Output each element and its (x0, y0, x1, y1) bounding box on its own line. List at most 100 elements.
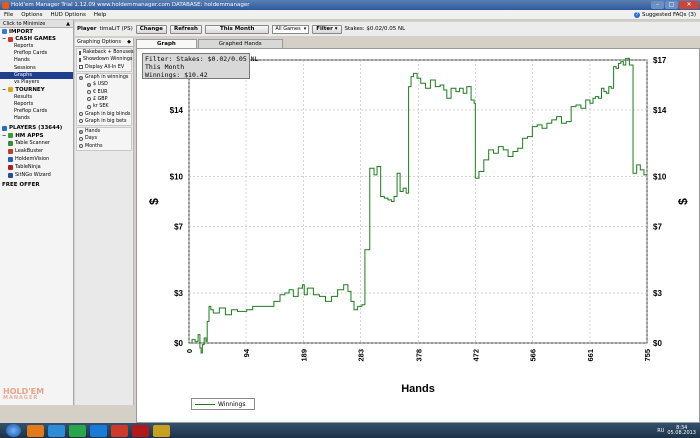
sidebar-app-table-scanner[interactable]: Table Scanner (0, 139, 73, 147)
y-axis-label-right: $ (676, 198, 690, 205)
trophy-icon (8, 87, 14, 93)
window-title: Hold'em Manager Trial 1.12.09 www.holdem… (11, 2, 250, 8)
radio-dot[interactable] (79, 129, 83, 134)
maximize-button[interactable]: □ (665, 1, 678, 9)
pokerstars-icon[interactable] (132, 424, 149, 437)
plot-frame (188, 59, 648, 344)
showdown-checkbox[interactable]: Showdown Winnings (77, 56, 133, 63)
sidebar-item-vs-players[interactable]: vs Players (0, 79, 73, 86)
currency-usd-radio[interactable]: $ USD (77, 81, 131, 88)
media-icon[interactable] (48, 424, 65, 437)
sidebar-free-offer[interactable]: FREE OFFER (0, 181, 73, 189)
y-tick-label-right: $3 (653, 289, 662, 298)
suggested-faqs-link[interactable]: ? Suggested FAQs (3) (633, 11, 696, 18)
checkbox-box[interactable] (79, 57, 81, 62)
minimize-button[interactable]: – (651, 1, 664, 9)
player-bar: Player timaLiT (PS) Change Refresh This … (75, 22, 700, 36)
sidebar-item-tourney-preflop[interactable]: Preflop Cards (0, 108, 73, 115)
sidebar-tourney[interactable]: − TOURNEY (0, 86, 73, 94)
menu-file[interactable]: File (0, 12, 17, 18)
opera-icon[interactable] (111, 424, 128, 437)
currency-gbp-radio[interactable]: £ GBP (77, 96, 131, 103)
radio-dot[interactable] (79, 119, 83, 124)
y-tick-label-right: $0 (653, 339, 662, 348)
sidebar-item-results[interactable]: Results (0, 94, 73, 101)
sidebar-app-leakbuster[interactable]: LeakBuster (0, 147, 73, 155)
radio-dot[interactable] (79, 144, 83, 149)
sidebar-hm-apps-label: HM APPS (15, 132, 44, 139)
sidebar-import[interactable]: IMPORT (0, 28, 73, 36)
checkbox-box[interactable] (79, 65, 83, 70)
currency-eur-radio[interactable]: € EUR (77, 88, 131, 95)
xaxis-months-radio[interactable]: Months (77, 143, 131, 150)
holdem-manager-task-icon[interactable] (153, 424, 170, 437)
xaxis-days-radio[interactable]: Days (77, 135, 131, 142)
sidebar-cash-games[interactable]: − CASH GAMES (0, 36, 73, 44)
radio-label: kr SEK (93, 104, 109, 110)
start-button[interactable] (6, 424, 21, 437)
radio-dot[interactable] (79, 112, 83, 117)
radio-dot[interactable] (87, 90, 91, 95)
sidebar-minimize[interactable]: Click to Minimize ▲ (0, 20, 73, 28)
title-bar: Hold'em Manager Trial 1.12.09 www.holdem… (0, 0, 700, 10)
graph-big-bets-radio[interactable]: Graph in big bets (77, 118, 131, 125)
allin-ev-checkbox[interactable]: Display All-In EV (77, 64, 131, 71)
rakeback-checkbox[interactable]: Rakeback + Bonuses (77, 49, 133, 56)
change-button[interactable]: Change (135, 24, 167, 34)
xaxis-hands-radio[interactable]: Hands (77, 128, 131, 135)
tab-graph[interactable]: Graph (136, 39, 197, 48)
sidebar-item-tourney-hands[interactable]: Hands (0, 115, 73, 122)
refresh-button[interactable]: Refresh (169, 24, 202, 34)
menu-options[interactable]: Options (17, 12, 46, 18)
menu-help[interactable]: Help (90, 12, 111, 18)
chart-area: $0$0$3$3$7$7$10$10$14$14$17$170941892833… (136, 48, 700, 423)
checkbox-label: Showdown Winnings (83, 57, 133, 63)
radio-dot[interactable] (79, 136, 83, 141)
options-units-group: Graph in winnings $ USD € EUR £ GBP kr S… (76, 72, 132, 126)
radio-dot[interactable] (87, 104, 91, 109)
collapse-icon: − (2, 36, 7, 43)
sidebar-app-tableninja[interactable]: TableNinja (0, 163, 73, 171)
radio-dot[interactable] (87, 97, 91, 102)
sidebar-hm-apps[interactable]: − HM APPS (0, 132, 73, 140)
games-select[interactable]: All Games ▾ (272, 24, 310, 34)
sidebar-item-tourney-reports[interactable]: Reports (0, 101, 73, 108)
sitngo-wizard-icon (8, 172, 13, 178)
filter-period-line: This Month (145, 63, 185, 71)
chat-icon[interactable] (69, 424, 86, 437)
radio-label: Hands (85, 129, 101, 135)
import-icon (2, 29, 7, 35)
x-axis-label: Hands (401, 383, 435, 395)
checkbox-box[interactable] (79, 50, 81, 55)
sidebar-app-sitngo-wizard[interactable]: SitNGo Wizard (0, 171, 73, 179)
graph-big-blinds-radio[interactable]: Graph in big blinds (77, 110, 131, 117)
this-month-button[interactable]: This Month (204, 24, 270, 34)
skype-icon[interactable] (90, 424, 107, 437)
sidebar-item-graphs[interactable]: Graphs (0, 71, 73, 79)
pin-icon[interactable]: ◆ (127, 39, 131, 45)
currency-sek-radio[interactable]: kr SEK (77, 103, 131, 110)
close-button[interactable]: ✕ (679, 1, 699, 9)
clock[interactable]: 8:34 05.08.2013 (667, 425, 696, 436)
app-icon (2, 1, 9, 9)
y-tick-label-right: $14 (653, 106, 667, 115)
menu-hud-options[interactable]: HUD Options (46, 12, 89, 18)
folder-icon[interactable] (27, 424, 44, 437)
radio-dot[interactable] (87, 82, 91, 87)
sidebar-players[interactable]: PLAYERS (33644) (0, 124, 73, 132)
sidebar-item-reports[interactable]: Reports (0, 43, 73, 50)
language-indicator[interactable]: RU (657, 428, 664, 434)
taskbar: RU 8:34 05.08.2013 (0, 423, 700, 438)
stakes-label: Stakes: $0.02/0.05 NL (344, 26, 406, 32)
sidebar-item-hands[interactable]: Hands (0, 57, 73, 64)
sidebar-item-sessions[interactable]: Sessions (0, 65, 73, 72)
sidebar-app-holdemvision[interactable]: HoldemVision (0, 155, 73, 163)
graph-winnings-radio[interactable]: Graph in winnings (77, 74, 131, 81)
chevron-up-icon: ▲ (66, 20, 70, 27)
radio-dot[interactable] (79, 75, 83, 80)
sidebar-item-preflop-cards[interactable]: Preflop Cards (0, 50, 73, 57)
holdem-manager-logo: HOLD'EM MANAGER (3, 388, 44, 402)
filter-button[interactable]: Filter ▾ (312, 24, 342, 34)
system-tray: RU 8:34 05.08.2013 (657, 425, 700, 436)
tab-graphed-hands[interactable]: Graphed Hands (197, 39, 283, 48)
